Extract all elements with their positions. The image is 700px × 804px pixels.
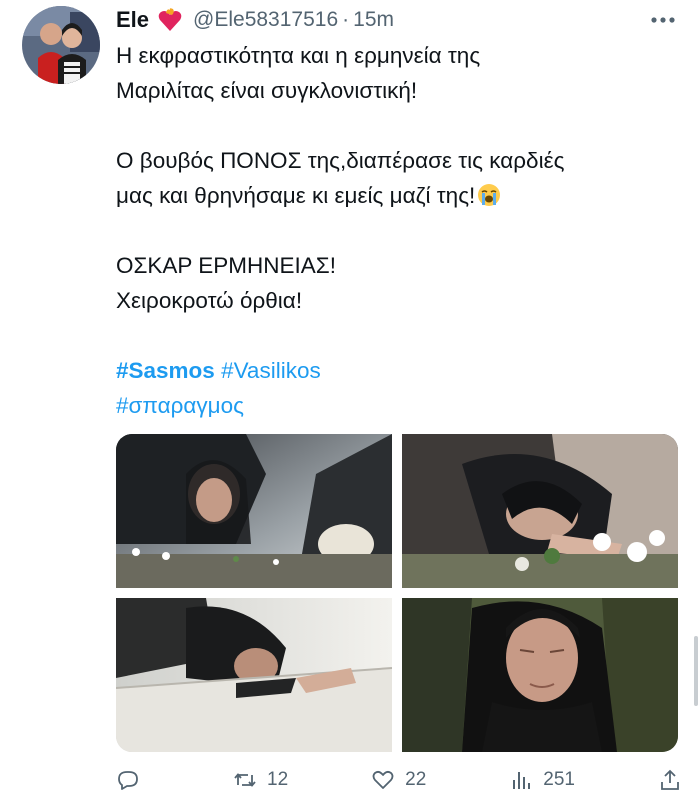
like-button[interactable]: 22 <box>371 768 426 792</box>
heart-on-fire-icon <box>157 7 183 33</box>
reply-icon <box>118 771 138 790</box>
tweet-line: Χειροκροτώ όρθια! <box>116 288 303 313</box>
views-icon <box>513 772 531 789</box>
tweet-line: Μαριλίτας είναι συγκλονιστική! <box>116 78 418 103</box>
author-name[interactable]: Ele <box>116 7 149 33</box>
loudly-crying-face-icon <box>477 182 501 206</box>
views-count: 251 <box>543 769 575 790</box>
hashtag-line: #σπαραγμος <box>116 388 676 423</box>
tweet-header: Ele @Ele58317516 · 15m <box>116 5 686 35</box>
media-photo-2[interactable] <box>402 434 678 588</box>
reply-button[interactable] <box>116 768 150 792</box>
tweet-line: ΟΣΚΑΡ ΕΡΜΗΝΕΙΑΣ! <box>116 253 336 278</box>
tweet-line: Η εκφραστικότητα και η ερμηνεία της <box>116 43 481 68</box>
hashtag-vasilikos[interactable]: #Vasilikos <box>221 358 321 383</box>
like-icon <box>372 770 394 789</box>
scrollbar[interactable] <box>694 636 698 706</box>
views-button[interactable]: 251 <box>509 768 575 792</box>
author-handle[interactable]: @Ele58317516 <box>193 8 338 32</box>
media-photo-3[interactable] <box>116 598 392 752</box>
timestamp[interactable]: 15m <box>353 8 394 32</box>
avatar[interactable] <box>22 6 100 84</box>
retweet-icon <box>234 773 256 787</box>
hashtag-sasmos[interactable]: #Sasmos <box>116 358 215 383</box>
share-button[interactable] <box>658 768 682 792</box>
tweet-line-blank <box>116 213 676 248</box>
hashtag-line: #Sasmos #Vasilikos <box>116 353 676 388</box>
tweet-line: μας και θρηνήσαμε κι εμείς μαζί της! <box>116 183 476 208</box>
more-icon[interactable] <box>648 7 678 33</box>
media-photo-1[interactable] <box>116 434 392 588</box>
like-count: 22 <box>405 769 427 790</box>
share-icon <box>661 769 679 790</box>
tweet-text: Η εκφραστικότητα και η ερμηνεία της Μαρι… <box>116 38 676 423</box>
tweet-line-with-emoji: μας και θρηνήσαμε κι εμείς μαζί της! <box>116 178 676 213</box>
tweet-line-blank <box>116 318 676 353</box>
retweet-count: 12 <box>267 769 289 790</box>
hashtag-sparagmos[interactable]: #σπαραγμος <box>116 393 244 418</box>
media-photo-4[interactable] <box>402 598 678 752</box>
tweet-line-blank <box>116 108 676 143</box>
retweet-button[interactable]: 12 <box>233 768 288 792</box>
tweet-actions: 12 22 251 <box>116 762 682 798</box>
separator: · <box>342 8 350 31</box>
media-grid <box>116 434 678 752</box>
tweet-line: Ο βουβός ΠΟΝΟΣ της,διαπέρασε τις καρδιές <box>116 148 565 173</box>
